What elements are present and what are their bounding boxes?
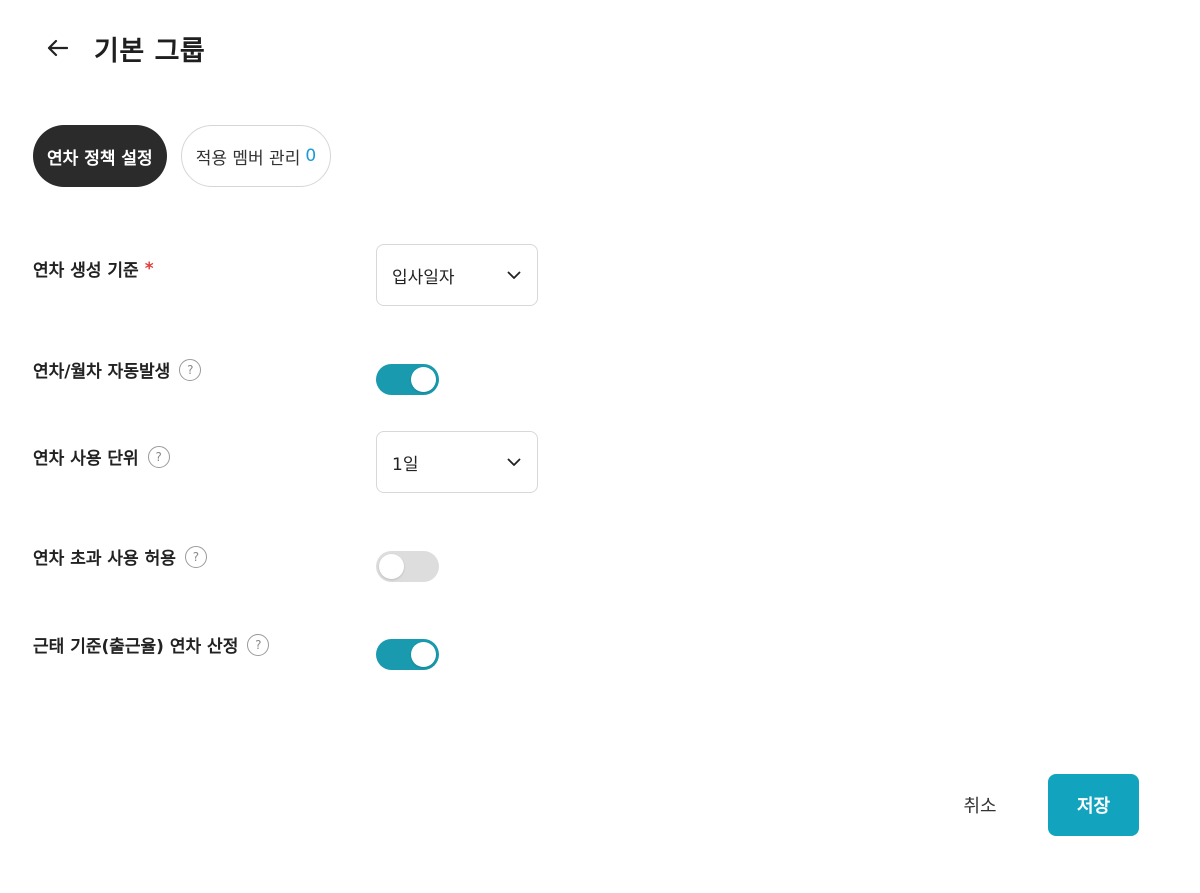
- member-count-badge: 0: [305, 146, 317, 166]
- auto-generate-toggle[interactable]: [376, 364, 439, 395]
- arrow-left-icon: [47, 39, 68, 57]
- setting-label: 연차 사용 단위: [33, 449, 139, 469]
- usage-unit-label: 연차 사용 단위 ?: [33, 444, 170, 469]
- chevron-down-icon: [507, 458, 521, 466]
- help-icon[interactable]: ?: [147, 445, 170, 468]
- select-value: 입사일자: [392, 267, 455, 288]
- usage-unit-select[interactable]: 1일: [376, 431, 538, 493]
- leave-policy-page: 기본 그룹 연차 정책 설정 적용 멤버 관리 0 연차 생성 기준 * 입사일…: [0, 0, 1200, 893]
- attendance-based-label: 근태 기준(출근율) 연차 산정 ?: [33, 632, 270, 657]
- setting-label: 연차 생성 기준: [33, 261, 139, 281]
- chevron-down-icon: [507, 271, 521, 279]
- auto-generate-label: 연차/월차 자동발생 ?: [33, 357, 202, 382]
- attendance-based-toggle[interactable]: [376, 639, 439, 670]
- tab-leave-policy[interactable]: 연차 정책 설정: [33, 125, 167, 187]
- setting-label: 연차/월차 자동발생: [33, 362, 171, 382]
- tab-label: 적용 멤버 관리: [195, 148, 301, 169]
- toggle-knob: [379, 554, 404, 579]
- page-title: 기본 그룹: [94, 35, 206, 67]
- tab-member-management[interactable]: 적용 멤버 관리 0: [180, 125, 332, 187]
- allow-excess-toggle[interactable]: [376, 551, 439, 582]
- required-mark: *: [144, 258, 154, 279]
- help-icon[interactable]: ?: [179, 358, 202, 381]
- allow-excess-label: 연차 초과 사용 허용 ?: [33, 544, 207, 569]
- setting-label: 연차 초과 사용 허용: [33, 549, 176, 569]
- generation-basis-select[interactable]: 입사일자: [376, 244, 538, 306]
- select-value: 1일: [392, 454, 419, 475]
- tab-bar: 연차 정책 설정 적용 멤버 관리 0: [33, 125, 332, 187]
- setting-label: 근태 기준(출근율) 연차 산정: [33, 637, 239, 657]
- save-button[interactable]: 저장: [1048, 774, 1139, 836]
- help-icon[interactable]: ?: [247, 633, 270, 656]
- toggle-knob: [411, 367, 436, 392]
- page-header: 기본 그룹: [40, 28, 205, 68]
- help-icon[interactable]: ?: [184, 545, 207, 568]
- back-button[interactable]: [40, 31, 74, 65]
- tab-label: 연차 정책 설정: [47, 148, 153, 169]
- toggle-knob: [411, 642, 436, 667]
- cancel-button[interactable]: 취소: [945, 774, 1015, 836]
- generation-basis-label: 연차 생성 기준 *: [33, 256, 154, 282]
